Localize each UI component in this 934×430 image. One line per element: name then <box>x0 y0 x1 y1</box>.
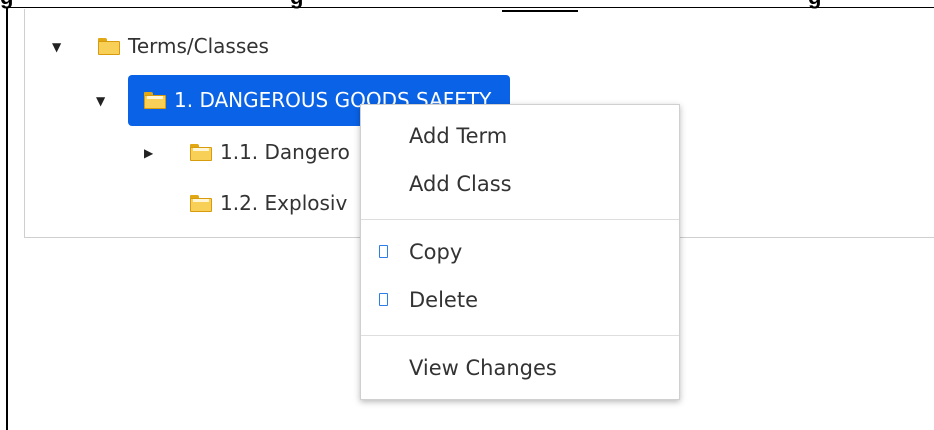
tree-node-label: 1.1. Dangero <box>220 140 350 164</box>
tree-node-label: 1.2. Explosiv <box>220 191 348 215</box>
menu-item-copy[interactable]: Copy <box>361 232 679 272</box>
tree-node-child[interactable]: 1.2. Explosiv <box>190 186 347 220</box>
menu-item-add-class[interactable]: Add Class <box>361 164 679 204</box>
menu-item-view-changes[interactable]: View Changes <box>361 348 679 388</box>
folder-open-icon <box>144 91 166 109</box>
caret-right-icon[interactable]: ▶ <box>144 147 153 159</box>
menu-divider <box>361 335 679 336</box>
tree-node-root[interactable]: ▼ Terms/Classes <box>52 29 269 63</box>
menu-item-label: View Changes <box>409 356 557 380</box>
tree-node-label: Terms/Classes <box>128 34 269 58</box>
caption-fragment-middle: g <box>290 0 303 8</box>
caption-fragment-right: g <box>808 0 821 8</box>
menu-item-label: Add Term <box>409 124 508 148</box>
copy-icon <box>379 245 388 258</box>
folder-icon <box>98 37 120 55</box>
folder-icon <box>190 194 212 212</box>
caret-down-icon[interactable]: ▼ <box>52 41 61 53</box>
menu-item-add-term[interactable]: Add Term <box>361 116 679 156</box>
menu-item-label: Delete <box>409 288 478 312</box>
delete-icon <box>379 293 388 306</box>
menu-item-delete[interactable]: Delete <box>361 280 679 320</box>
frame-left-border <box>6 8 8 430</box>
frame-top-border <box>6 7 934 8</box>
caption-fragment-left: g <box>0 0 13 8</box>
menu-divider <box>361 219 679 220</box>
context-menu: Add Term Add Class Copy Delete View Chan… <box>360 104 680 400</box>
menu-item-label: Add Class <box>409 172 512 196</box>
caret-down-icon[interactable]: ▼ <box>96 95 105 107</box>
tree-node-child[interactable]: ▶ 1.1. Dangero <box>144 135 350 169</box>
folder-icon <box>190 143 212 161</box>
menu-item-label: Copy <box>409 240 463 264</box>
